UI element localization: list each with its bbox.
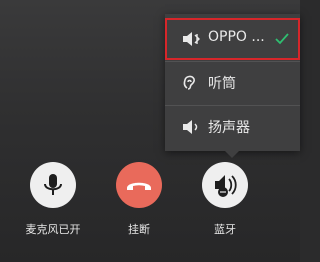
mute-label: 麦克风已开 xyxy=(25,223,81,236)
bluetooth-speaker-icon xyxy=(181,30,203,48)
phone-hangup-icon xyxy=(127,182,151,190)
menu-item-earpiece[interactable]: 听筒 xyxy=(165,62,300,104)
hangup-control: 挂断 xyxy=(99,162,179,237)
menu-item-label: 扬声器 xyxy=(208,120,250,136)
menu-item-label: OPPO ... xyxy=(208,29,265,45)
menu-item-speaker[interactable]: 扬声器 xyxy=(165,106,300,148)
bluetooth-control: 蓝牙 xyxy=(185,162,265,237)
speaker-icon xyxy=(181,118,203,136)
bluetooth-label: 蓝牙 xyxy=(214,223,236,236)
bluetooth-speaker-icon xyxy=(215,175,237,197)
hangup-label: 挂断 xyxy=(128,223,150,236)
microphone-button[interactable] xyxy=(30,162,76,208)
hangup-button[interactable] xyxy=(116,162,162,208)
menu-item-label: 听筒 xyxy=(208,76,236,92)
microphone-icon xyxy=(44,174,62,195)
bluetooth-button[interactable] xyxy=(202,162,248,208)
menu-pointer xyxy=(225,151,239,158)
check-icon xyxy=(274,31,290,45)
mute-control: 麦克风已开 xyxy=(13,162,93,237)
earpiece-icon xyxy=(181,74,203,92)
menu-item-bluetooth-device[interactable]: OPPO ... xyxy=(165,18,300,60)
audio-route-menu: OPPO ... 听筒 扬声器 xyxy=(165,14,300,151)
